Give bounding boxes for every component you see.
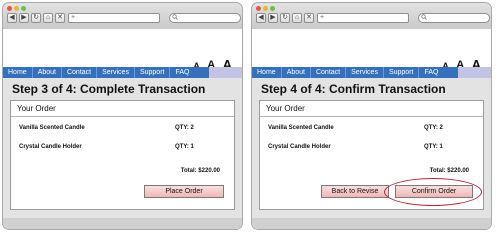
minimize-window-icon[interactable] bbox=[14, 6, 19, 11]
browser-search-field[interactable] bbox=[169, 13, 241, 23]
menu-item-faq[interactable]: FAQ bbox=[419, 67, 443, 78]
menu-item-home[interactable]: Home bbox=[3, 67, 33, 78]
home-icon[interactable]: ⌂ bbox=[292, 13, 302, 23]
site-menu: Home About Contact Services Support FAQ bbox=[3, 67, 209, 78]
maximize-window-icon[interactable] bbox=[270, 6, 275, 11]
menu-item-faq[interactable]: FAQ bbox=[170, 67, 194, 78]
order-summary: Your Order Vanilla Scented Candle QTY: 2… bbox=[10, 100, 235, 210]
search-icon bbox=[421, 14, 427, 21]
web-page: A A A Home About Contact Services Suppor… bbox=[252, 29, 491, 229]
order-heading: Your Order bbox=[260, 101, 483, 117]
menu-item-support[interactable]: Support bbox=[384, 67, 420, 78]
stop-icon[interactable]: ✕ bbox=[55, 13, 65, 23]
forward-icon[interactable]: ▶ bbox=[268, 13, 278, 23]
confirm-order-button[interactable]: Confirm Order bbox=[395, 185, 473, 198]
item-name: Crystal Candle Holder bbox=[19, 144, 82, 150]
refresh-icon[interactable]: ↻ bbox=[280, 13, 290, 23]
address-bar[interactable]: + bbox=[317, 13, 409, 23]
back-to-revise-button[interactable]: Back to Revise bbox=[321, 185, 389, 198]
place-order-button[interactable]: Place Order bbox=[144, 185, 224, 198]
order-total: Total: $220.00 bbox=[429, 168, 469, 174]
checkout-content: Step 3 of 4: Complete Transaction Your O… bbox=[3, 78, 242, 229]
web-page: A A A Home About Contact Services Suppor… bbox=[3, 29, 242, 229]
page-footer-strip bbox=[252, 218, 491, 229]
browser-toolbar: ◀ ▶ ↻ ⌂ ✕ + bbox=[3, 3, 242, 29]
item-qty: QTY: 2 bbox=[175, 125, 194, 131]
step-title: Step 4 of 4: Confirm Transaction bbox=[261, 82, 446, 96]
order-heading: Your Order bbox=[11, 101, 234, 117]
item-qty: QTY: 1 bbox=[175, 144, 194, 150]
item-name: Vanilla Scented Candle bbox=[268, 125, 334, 131]
browser-window-step-3: ◀ ▶ ↻ ⌂ ✕ + A A A Home About Contact Ser… bbox=[2, 2, 243, 230]
search-icon bbox=[172, 14, 178, 21]
menu-item-about[interactable]: About bbox=[33, 67, 62, 78]
item-qty: QTY: 2 bbox=[424, 125, 443, 131]
order-summary: Your Order Vanilla Scented Candle QTY: 2… bbox=[259, 100, 484, 210]
forward-icon[interactable]: ▶ bbox=[19, 13, 29, 23]
item-name: Vanilla Scented Candle bbox=[19, 125, 85, 131]
refresh-icon[interactable]: ↻ bbox=[31, 13, 41, 23]
menu-item-services[interactable]: Services bbox=[97, 67, 135, 78]
close-window-icon[interactable] bbox=[256, 6, 261, 11]
close-window-icon[interactable] bbox=[7, 6, 12, 11]
item-qty: QTY: 1 bbox=[424, 144, 443, 150]
menu-item-services[interactable]: Services bbox=[346, 67, 384, 78]
stop-icon[interactable]: ✕ bbox=[304, 13, 314, 23]
address-bar[interactable]: + bbox=[68, 13, 160, 23]
home-icon[interactable]: ⌂ bbox=[43, 13, 53, 23]
menu-item-support[interactable]: Support bbox=[135, 67, 171, 78]
checkout-content: Step 4 of 4: Confirm Transaction Your Or… bbox=[252, 78, 491, 229]
maximize-window-icon[interactable] bbox=[21, 6, 26, 11]
menu-item-about[interactable]: About bbox=[282, 67, 311, 78]
menu-item-contact[interactable]: Contact bbox=[62, 67, 98, 78]
menu-item-home[interactable]: Home bbox=[252, 67, 282, 78]
back-icon[interactable]: ◀ bbox=[256, 13, 266, 23]
item-name: Crystal Candle Holder bbox=[268, 144, 331, 150]
font-size-controls: A A A bbox=[190, 53, 232, 71]
order-total: Total: $220.00 bbox=[180, 168, 220, 174]
menu-filler bbox=[458, 67, 491, 78]
menu-item-contact[interactable]: Contact bbox=[311, 67, 347, 78]
site-menu: Home About Contact Services Support FAQ bbox=[252, 67, 458, 78]
menu-filler bbox=[209, 67, 242, 78]
browser-window-step-4: ◀ ▶ ↻ ⌂ ✕ + A A A Home About Contact Ser… bbox=[251, 2, 492, 230]
browser-search-field[interactable] bbox=[418, 13, 490, 23]
font-size-controls: A A A bbox=[439, 53, 481, 71]
page-footer-strip bbox=[3, 218, 242, 229]
step-title: Step 3 of 4: Complete Transaction bbox=[12, 82, 206, 96]
back-icon[interactable]: ◀ bbox=[7, 13, 17, 23]
minimize-window-icon[interactable] bbox=[263, 6, 268, 11]
browser-toolbar: ◀ ▶ ↻ ⌂ ✕ + bbox=[252, 3, 491, 29]
